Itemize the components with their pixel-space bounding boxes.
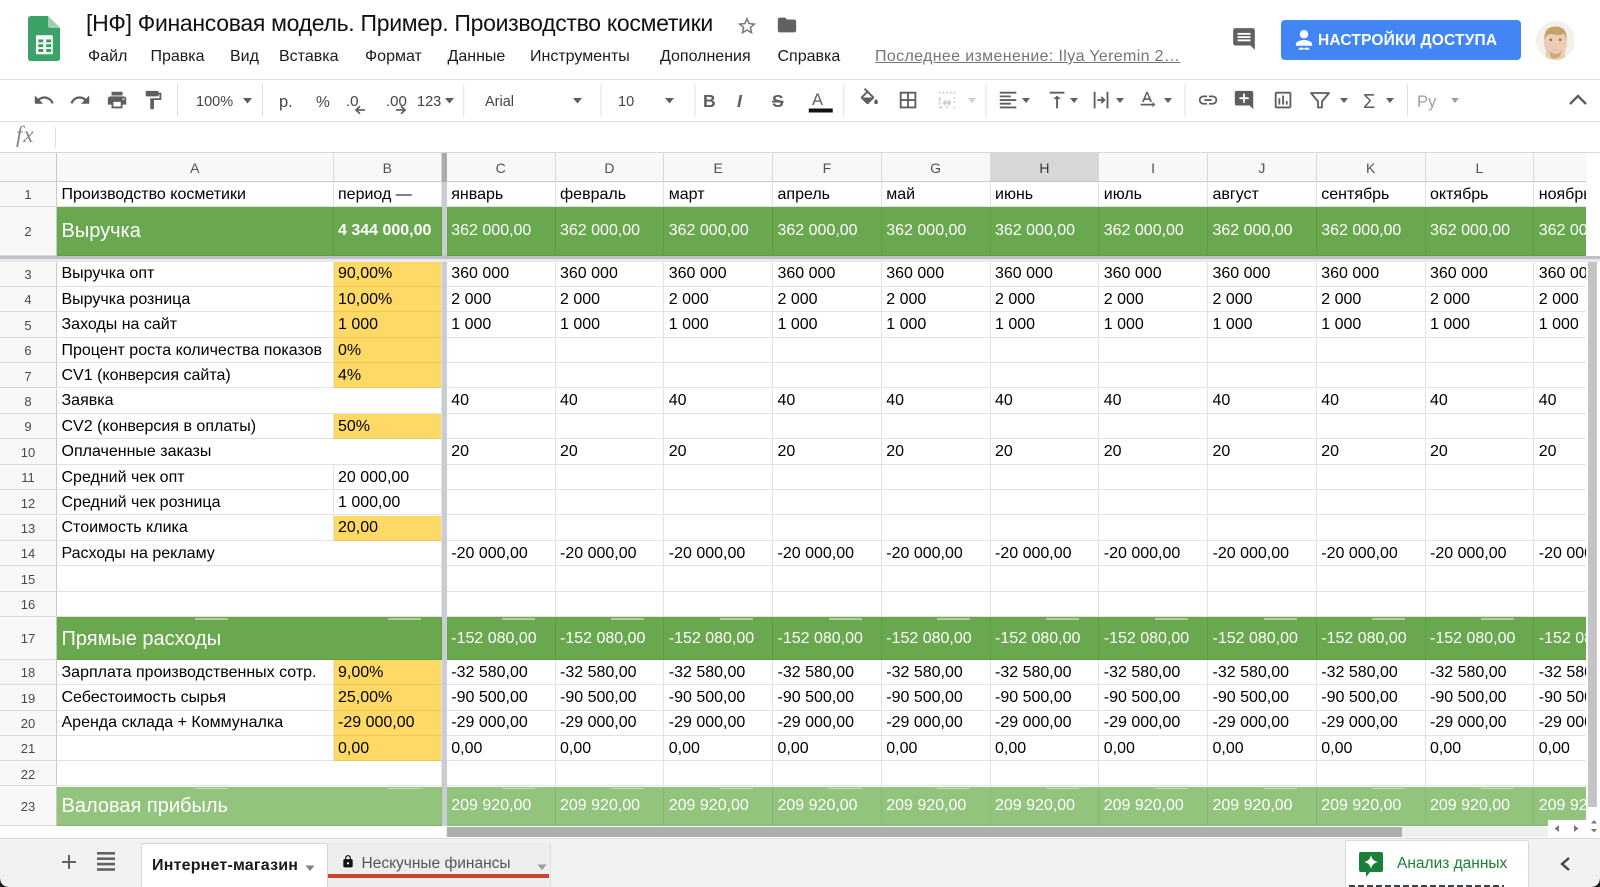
svg-text:Arial: Arial — [485, 94, 514, 110]
svg-text:.00: .00 — [386, 93, 407, 110]
svg-text:.0: .0 — [346, 93, 359, 110]
svg-text:I: I — [737, 91, 743, 111]
svg-text:Σ: Σ — [1363, 91, 1375, 113]
svg-text:p.: p. — [279, 93, 293, 111]
svg-text:Ру: Ру — [1417, 93, 1437, 111]
svg-text:10: 10 — [618, 94, 634, 110]
svg-text:%: % — [316, 94, 330, 111]
svg-text:S: S — [772, 91, 784, 111]
svg-text:123: 123 — [417, 94, 441, 110]
svg-text:B: B — [703, 91, 716, 111]
svg-text:100%: 100% — [196, 94, 233, 110]
svg-text:A: A — [812, 91, 823, 109]
